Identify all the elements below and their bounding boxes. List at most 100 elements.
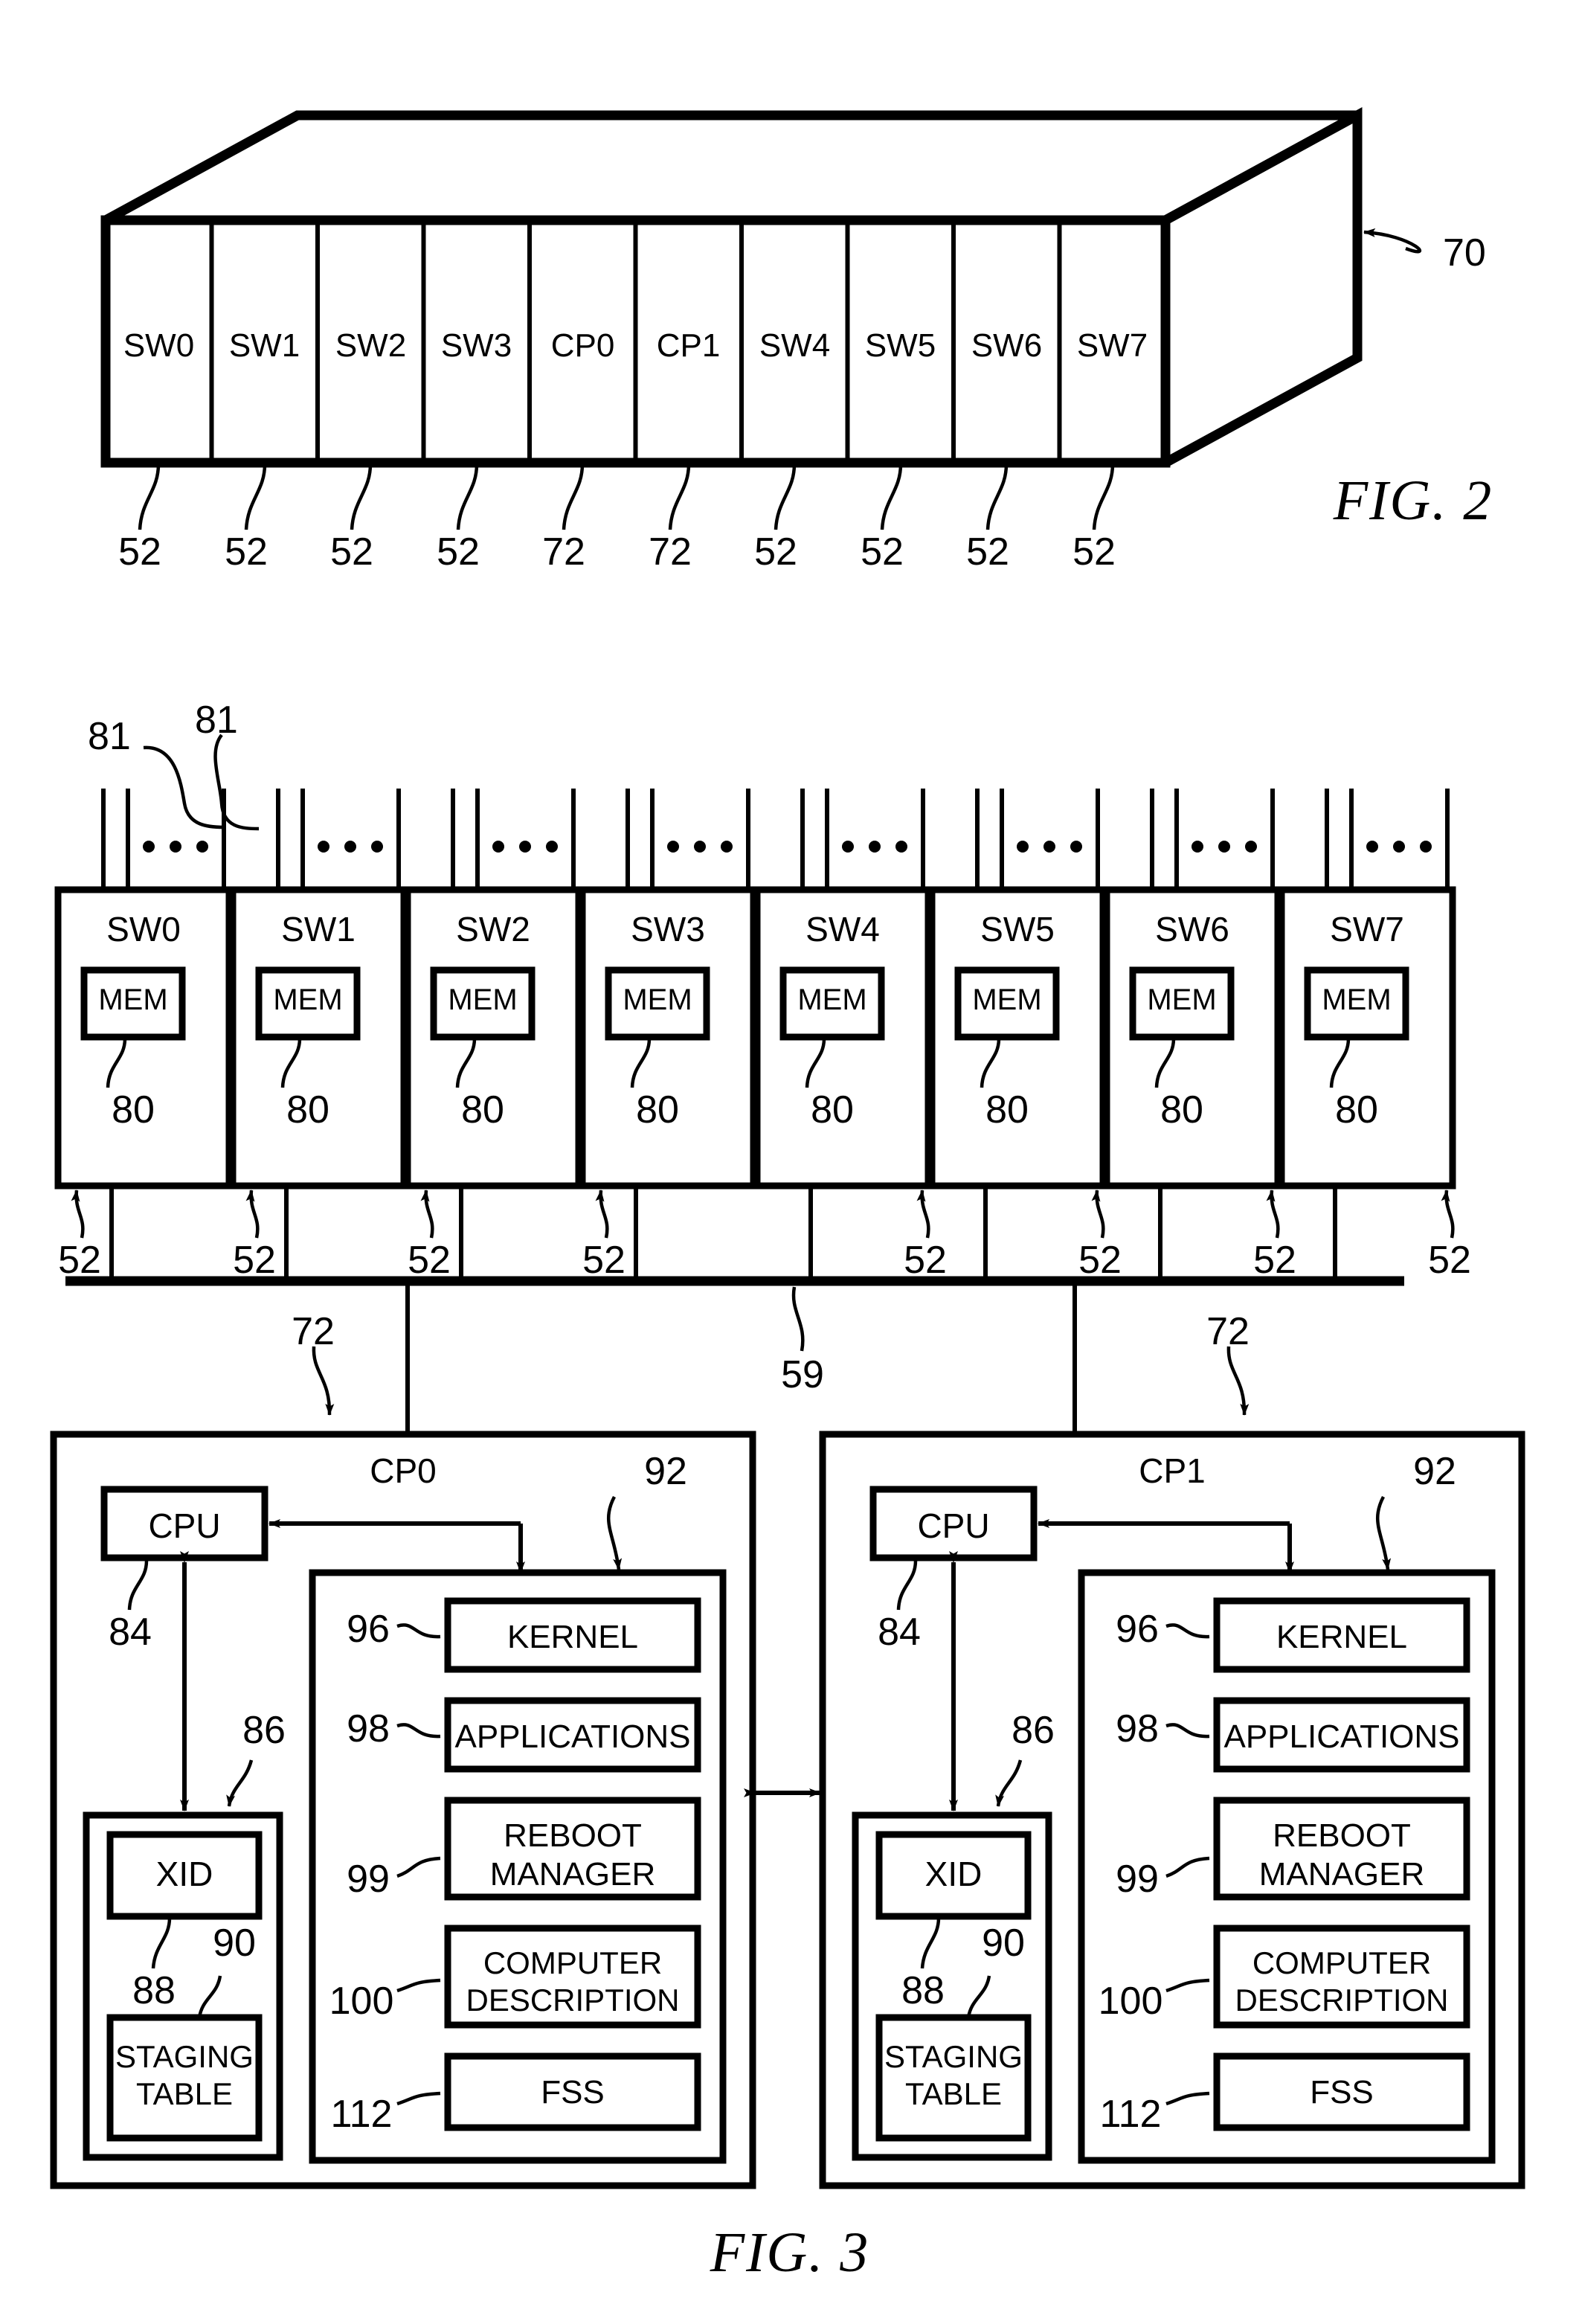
mem-label: MEM [623, 983, 692, 1016]
reference-number: 90 [982, 1922, 1025, 1965]
reference-number: 100 [1098, 1980, 1163, 2023]
reference-number: 52 [408, 1239, 451, 1282]
switch-label: SW0 [106, 910, 181, 948]
fig3-port-ellipsis-dots [143, 841, 1432, 853]
switch-label: SW3 [631, 910, 705, 948]
switch-label: SW7 [1330, 910, 1404, 948]
reference-number: 88 [901, 1969, 945, 2012]
fig2-callout-70-leader [1363, 228, 1422, 254]
reference-number: 92 [1413, 1450, 1456, 1493]
fig3-cp1-link-ref-72: 72 [1206, 1310, 1250, 1353]
mem-label: MEM [797, 983, 867, 1016]
reference-number: 96 [1116, 1608, 1159, 1651]
reference-number: 90 [213, 1922, 256, 1965]
fig3-port-ref-81-left: 81 [88, 715, 131, 758]
reference-number: 52 [582, 1239, 626, 1282]
cp1-cpu-label: CPU [917, 1506, 990, 1545]
fig3-link52-leaders [71, 1190, 1455, 1239]
reference-number: 99 [347, 1858, 390, 1901]
fig2-slot-label: SW1 [228, 327, 300, 364]
reference-number: 80 [985, 1088, 1029, 1131]
mem-label: MEM [1147, 983, 1217, 1016]
reference-number: 96 [347, 1608, 390, 1651]
reference-number: 84 [109, 1611, 152, 1654]
reference-number: 86 [1012, 1709, 1055, 1752]
fig3-cp-bus-drops [405, 1281, 1077, 1434]
cp1-xid-label: XID [924, 1855, 983, 1893]
reference-number: 52 [1253, 1239, 1296, 1282]
fig3-switch-port-lines [101, 789, 1450, 889]
mem-label: MEM [972, 983, 1042, 1016]
reference-number: 52 [1073, 530, 1116, 574]
reference-number: 52 [118, 530, 161, 574]
reference-number: 80 [1335, 1088, 1378, 1131]
fig2-slot-label: SW3 [440, 327, 512, 364]
reference-number: 52 [904, 1239, 947, 1282]
reference-number: 52 [437, 530, 480, 574]
cp0-firmware-item-label: COMPUTER DESCRIPTION [466, 1945, 680, 2018]
reference-number: 112 [1099, 2093, 1162, 2136]
reference-number: 52 [1078, 1239, 1122, 1282]
mem-label: MEM [1322, 983, 1392, 1016]
switch-label: SW2 [456, 910, 530, 948]
fig2-callout-70: 70 [1443, 231, 1486, 275]
fig3-port-ref-leaders [143, 734, 260, 831]
reference-number: 52 [861, 530, 904, 574]
reference-number: 98 [1116, 1707, 1159, 1750]
mem-label: MEM [98, 983, 168, 1016]
reference-number: 52 [754, 530, 797, 574]
cp0-firmware-item-label: KERNEL [506, 1619, 639, 1655]
reference-number: 80 [112, 1088, 155, 1131]
fig2-reference-leaders [138, 463, 1115, 530]
reference-number: 86 [242, 1709, 286, 1752]
reference-number: 80 [461, 1088, 504, 1131]
fig3-bus-ref-59: 59 [781, 1353, 824, 1396]
fig2-slot-label: SW6 [971, 327, 1043, 364]
reference-number: 52 [966, 530, 1009, 574]
fig2-slot-label: CP0 [550, 327, 615, 364]
reference-number: 80 [286, 1088, 329, 1131]
reference-number: 52 [225, 530, 268, 574]
reference-number: 92 [644, 1450, 687, 1493]
reference-number: 52 [58, 1239, 101, 1282]
switch-label: SW5 [980, 910, 1055, 948]
reference-number: 72 [542, 530, 585, 574]
cp1-firmware-item-label: REBOOT MANAGER [1258, 1817, 1425, 1893]
cp0-staging-table-label: STAGING TABLE [115, 2039, 254, 2111]
reference-number: 99 [1116, 1858, 1159, 1901]
cp1-firmware-item-label: KERNEL [1276, 1619, 1408, 1655]
patent-drawing-sheet: SW0 SW1 SW2 SW3 CP0 CP1 SW4 SW5 SW6 SW7 … [0, 0, 1579, 2324]
fig2-caption: FIG. 2 [1333, 469, 1493, 532]
reference-number: 100 [329, 1980, 394, 2023]
reference-number: 84 [878, 1611, 921, 1654]
fig2-chassis-body [100, 107, 1363, 468]
fig2-slot-label: SW2 [335, 327, 407, 364]
cp1-staging-table-label: STAGING TABLE [884, 2039, 1023, 2111]
cp0-firmware-item-label: APPLICATIONS [454, 1718, 691, 1755]
fig2-slot-label: SW4 [759, 327, 831, 364]
fig3-bus-ref-leader [791, 1286, 805, 1352]
cp0-xid-label: XID [155, 1855, 213, 1893]
reference-number: 88 [132, 1969, 176, 2012]
fig2-slot-label: SW7 [1076, 327, 1148, 364]
fig3-cp0-link-ref-72: 72 [292, 1310, 335, 1353]
reference-number: 72 [649, 530, 692, 574]
fig3-port-ref-81-right: 81 [195, 699, 238, 742]
reference-number: 52 [330, 530, 373, 574]
cp0-cpu-label: CPU [148, 1506, 221, 1545]
fig2-slot-label: SW5 [864, 327, 936, 364]
fig3-caption: FIG. 3 [710, 2221, 870, 2284]
mem-label: MEM [273, 983, 343, 1016]
reference-number: 80 [636, 1088, 679, 1131]
cp1-firmware-item-label: FSS [1310, 2074, 1374, 2110]
cp0-firmware-item-label: REBOOT MANAGER [489, 1817, 656, 1893]
reference-number: 80 [811, 1088, 854, 1131]
reference-number: 80 [1160, 1088, 1203, 1131]
fig2-slot-label: CP1 [656, 327, 721, 364]
switch-label: SW6 [1155, 910, 1229, 948]
reference-number: 52 [1428, 1239, 1471, 1282]
reference-number: 112 [330, 2093, 393, 2136]
switch-label: SW4 [805, 910, 880, 948]
reference-number: 98 [347, 1707, 390, 1750]
cp1-firmware-item-label: COMPUTER DESCRIPTION [1235, 1945, 1449, 2018]
